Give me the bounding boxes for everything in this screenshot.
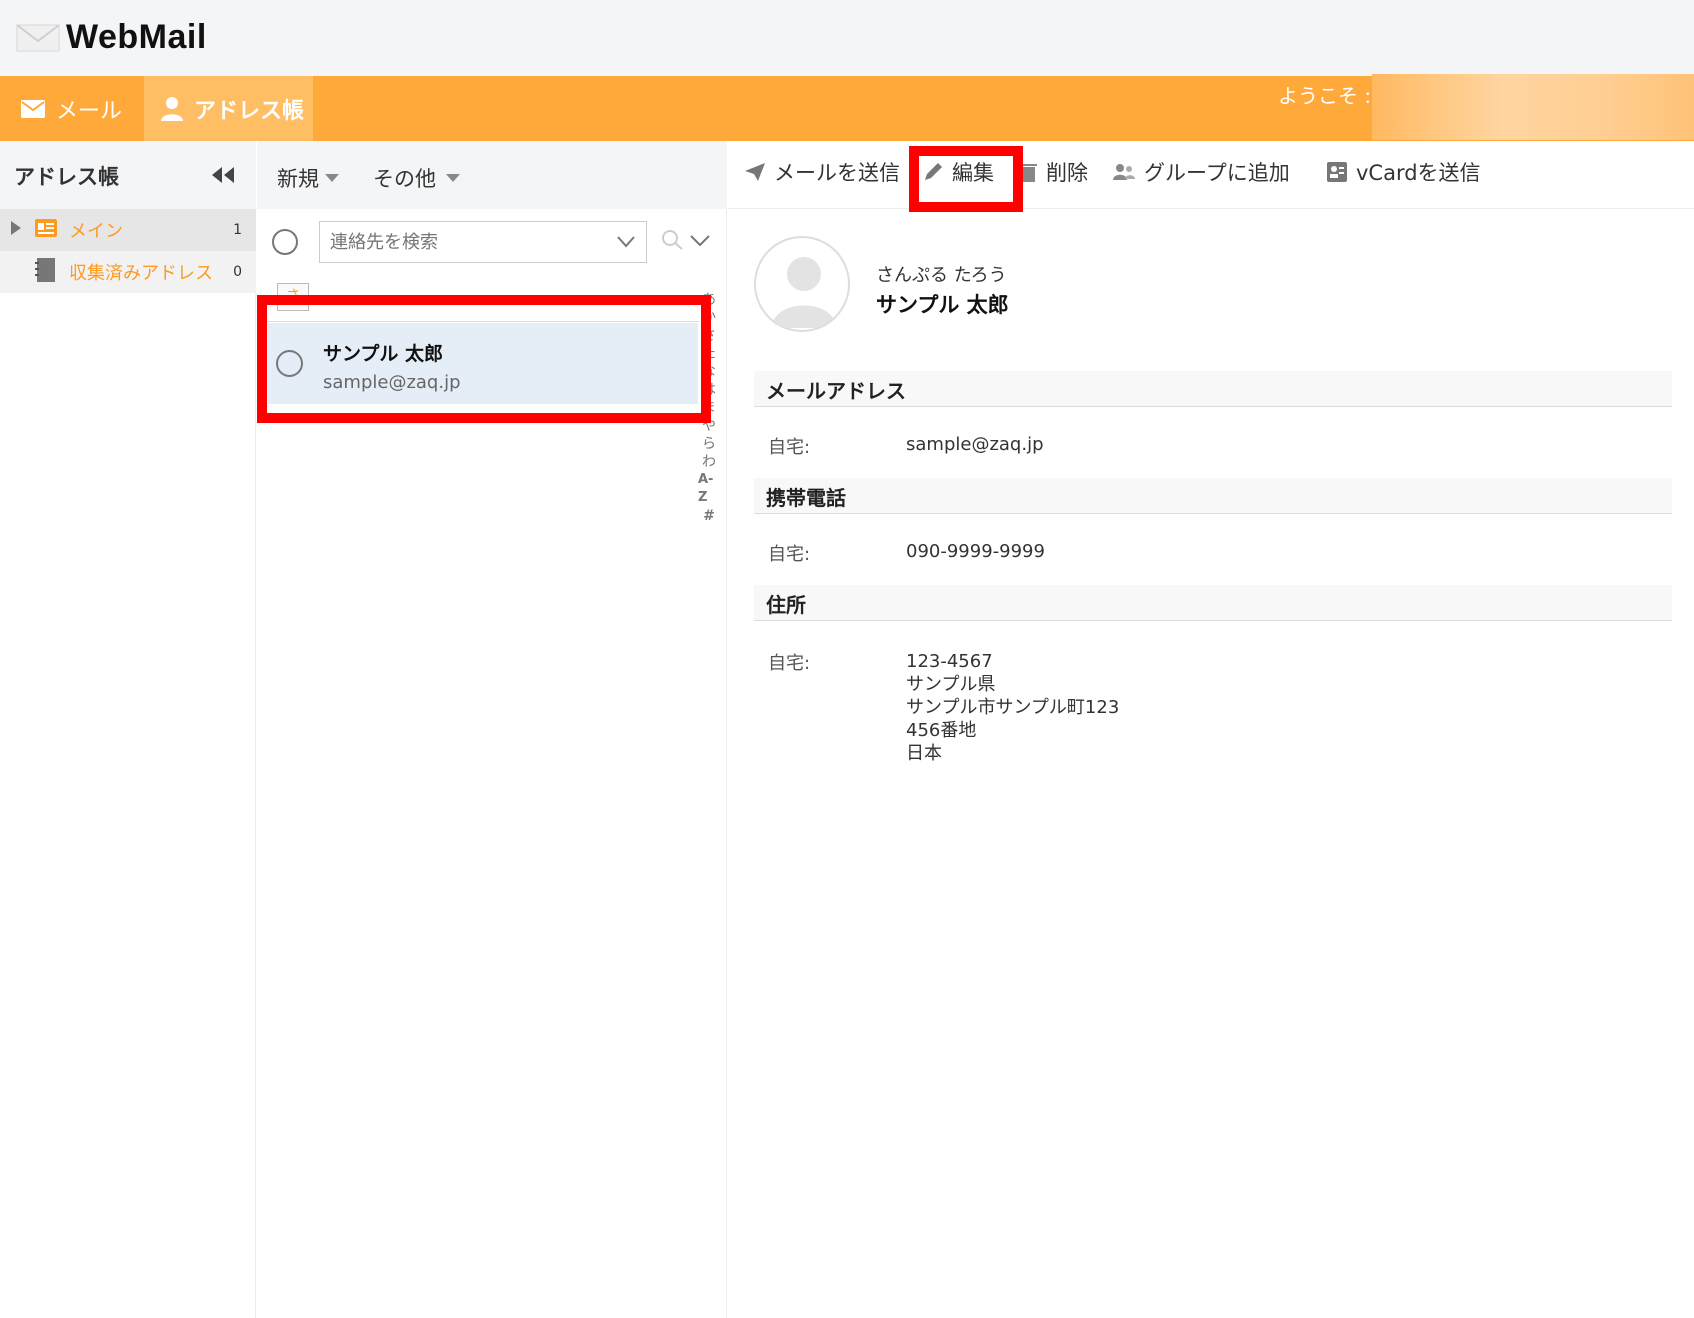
mobile-field-label: 自宅: (768, 544, 811, 565)
search-icon[interactable] (661, 229, 685, 255)
address-field-label: 自宅: (768, 653, 811, 674)
alpha-index-item[interactable]: ら (702, 435, 716, 453)
contact-name: サンプル 太郎 (323, 343, 444, 365)
contact-search[interactable] (319, 221, 647, 263)
contact-toolbar: メールを送信 編集 削除 グループに追加 vCardを送信 (728, 141, 1694, 209)
contact-list-pane: 新規 その他 さ サンプル 太郎 sample@zaq.jp あ か さ た な… (257, 141, 727, 1318)
add-to-group-button[interactable]: グループに追加 (1112, 157, 1290, 187)
folder-main[interactable]: メイン 1 (0, 209, 256, 251)
contact-avatar (754, 236, 850, 332)
sidebar-header: アドレス帳 (0, 141, 256, 209)
redacted-username (1372, 74, 1694, 140)
alpha-index-item[interactable]: ま (702, 399, 716, 417)
alphabet-index: あ か さ た な は ま や ら わ A-Z # (698, 291, 720, 525)
app-logo[interactable]: WebMail (16, 18, 207, 57)
nav-tab-mail[interactable]: メール (0, 76, 144, 141)
avatar-placeholder-icon (772, 257, 836, 328)
more-button[interactable]: その他 (373, 163, 460, 193)
contact-detail-pane: メールを送信 編集 削除 グループに追加 vCardを送信 さんぷる たろう サ… (728, 141, 1694, 1318)
more-dropdown-icon (446, 174, 460, 182)
address-field-value: 123-4567 サンプル県 サンプル市サンプル町123 456番地 日本 (906, 650, 1119, 765)
address-line: 456番地 (906, 720, 977, 741)
email-field-label: 自宅: (768, 437, 811, 458)
sidebar-title: アドレス帳 (14, 165, 119, 189)
vcard-icon (1327, 162, 1347, 182)
send-mail-button[interactable]: メールを送信 (744, 157, 900, 187)
alpha-index-item[interactable]: # (703, 507, 715, 525)
delete-label: 削除 (1046, 161, 1088, 185)
mobile-field-value[interactable]: 090-9999-9999 (906, 540, 1045, 563)
contact-select-checkbox[interactable] (276, 350, 303, 377)
new-button-label: 新規 (277, 167, 319, 191)
app-title: WebMail (66, 18, 207, 56)
nav-tab-addressbook[interactable]: アドレス帳 (144, 76, 313, 141)
folder-collected-count: 0 (233, 264, 242, 280)
paper-plane-icon (745, 163, 765, 181)
app-header: WebMail (0, 0, 1694, 76)
expand-triangle-icon[interactable] (10, 220, 22, 241)
edit-label: 編集 (952, 161, 994, 185)
search-tools (661, 229, 711, 255)
alpha-index-item[interactable]: わ (702, 453, 716, 471)
list-toolbar: 新規 その他 (257, 141, 727, 209)
contact-reading: さんぷる たろう (876, 265, 1007, 286)
alpha-index-item[interactable]: A-Z (698, 471, 720, 507)
alpha-index-item[interactable]: さ (702, 327, 716, 345)
group-icon (1113, 164, 1135, 180)
send-mail-label: メールを送信 (774, 161, 900, 185)
addressbook-card-icon (34, 218, 58, 243)
section-email-title: メールアドレス (754, 371, 1672, 407)
folder-collected-label: 収集済みアドレス (69, 263, 213, 284)
notebook-icon (34, 257, 56, 288)
section-address-title: 住所 (754, 585, 1672, 621)
alpha-index-item[interactable]: や (702, 417, 716, 435)
address-line: サンプル市サンプル町123 (906, 697, 1120, 718)
group-letter-header: さ (277, 283, 309, 311)
folder-main-count: 1 (233, 222, 242, 238)
add-to-group-label: グループに追加 (1144, 161, 1290, 185)
send-vcard-label: vCardを送信 (1356, 161, 1481, 185)
email-field-value[interactable]: sample@zaq.jp (906, 433, 1044, 456)
contact-email: sample@zaq.jp (323, 372, 461, 393)
alpha-index-item[interactable]: た (702, 345, 716, 363)
trash-icon (1021, 164, 1037, 182)
folder-collected[interactable]: 収集済みアドレス 0 (0, 251, 256, 293)
nav-tab-addressbook-label: アドレス帳 (194, 98, 305, 124)
user-icon (161, 96, 183, 121)
search-options-chevron-icon[interactable] (689, 233, 711, 252)
folder-main-label: メイン (69, 221, 123, 242)
list-divider (267, 321, 699, 322)
collapse-sidebar-icon[interactable] (210, 165, 236, 189)
delete-button[interactable]: 削除 (1020, 157, 1088, 187)
search-input[interactable] (320, 222, 600, 262)
alpha-index-item[interactable]: は (702, 381, 716, 399)
new-button[interactable]: 新規 (277, 163, 339, 193)
addressbook-sidebar: アドレス帳 メイン 1 収集済みアドレス 0 (0, 141, 256, 1318)
more-button-label: その他 (373, 167, 436, 191)
address-line: 日本 (906, 743, 942, 764)
edit-button[interactable]: 編集 (922, 157, 994, 187)
alpha-index-item[interactable]: な (702, 363, 716, 381)
alpha-index-item[interactable]: か (702, 309, 716, 327)
new-dropdown-icon (325, 174, 339, 182)
contact-row[interactable]: サンプル 太郎 sample@zaq.jp (268, 323, 698, 404)
nav-tab-mail-label: メール (56, 98, 123, 124)
select-all-checkbox[interactable] (272, 229, 298, 255)
section-mobile-title: 携帯電話 (754, 478, 1672, 514)
address-line: 123-4567 (906, 651, 993, 672)
alpha-index-item[interactable]: あ (702, 291, 716, 309)
address-line: サンプル県 (906, 674, 996, 695)
pencil-icon (925, 163, 942, 180)
search-scope-chevron-icon[interactable] (616, 234, 636, 253)
envelope-logo-icon (16, 23, 62, 53)
contact-display-name: サンプル 太郎 (876, 293, 1009, 317)
mail-icon (21, 99, 45, 118)
send-vcard-button[interactable]: vCardを送信 (1326, 157, 1481, 187)
welcome-text: ようこそ : (1278, 84, 1372, 108)
